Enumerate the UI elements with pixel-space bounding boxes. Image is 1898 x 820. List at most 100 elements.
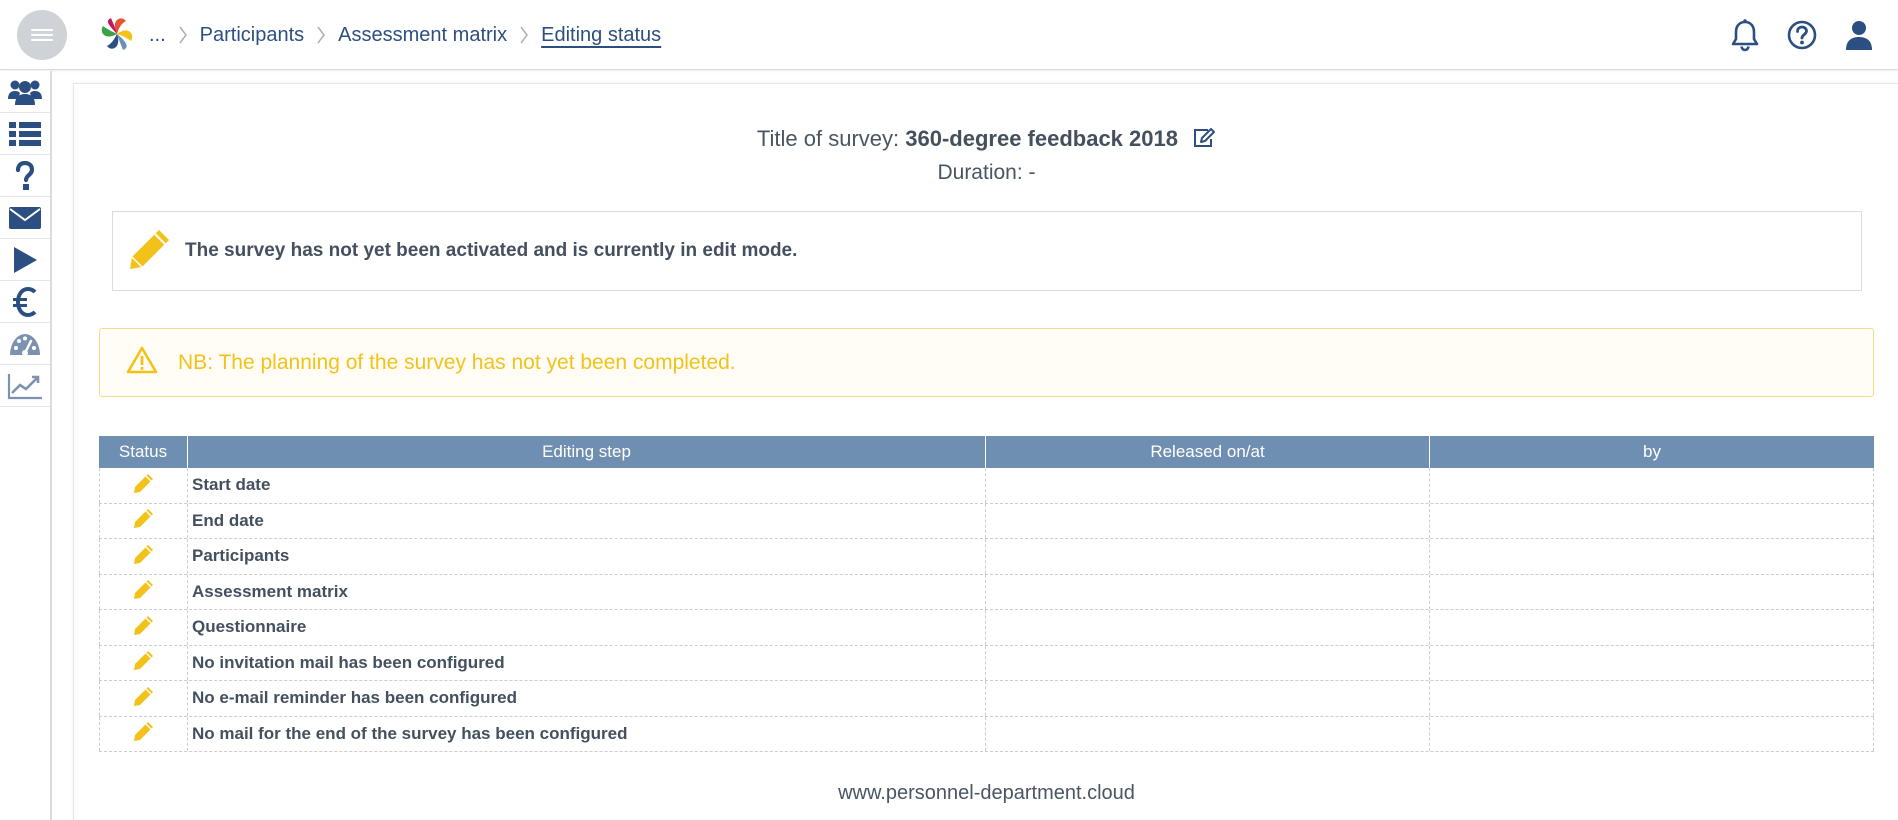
survey-duration: Duration: -: [74, 161, 1898, 185]
column-header-released[interactable]: Released on/at: [986, 436, 1430, 468]
breadcrumb-editing-status[interactable]: Editing status: [541, 24, 661, 47]
pencil-icon[interactable]: [133, 543, 155, 570]
hamburger-menu-button[interactable]: [17, 10, 67, 60]
editing-step-cell[interactable]: No invitation mail has been configured: [188, 645, 986, 680]
warning-message: : The planning of the survey has not yet…: [207, 350, 736, 374]
column-header-status[interactable]: Status: [99, 436, 188, 468]
menu-icon: [31, 29, 53, 31]
released-cell: [986, 681, 1430, 716]
by-cell: [1430, 468, 1874, 503]
editing-step-cell[interactable]: Assessment matrix: [188, 574, 986, 609]
survey-title-label: Title of survey:: [756, 126, 900, 151]
status-cell: [99, 503, 188, 538]
by-cell: [1430, 610, 1874, 645]
pencil-icon[interactable]: [133, 649, 155, 676]
status-cell: [99, 645, 188, 680]
top-header: ... Participants Assessment matrix Editi…: [0, 0, 1898, 70]
breadcrumb-assessment-matrix[interactable]: Assessment matrix: [338, 24, 507, 47]
table-row: End date: [99, 503, 1874, 539]
sidebar-item-costs[interactable]: [0, 281, 50, 323]
user-icon[interactable]: [1841, 17, 1877, 53]
editing-step-cell[interactable]: No mail for the end of the survey has be…: [188, 716, 986, 751]
by-cell: [1430, 645, 1874, 680]
table-row: Start date: [99, 468, 1874, 504]
pencil-icon[interactable]: [133, 685, 155, 712]
table-body: Start date End date Participants Assessment…: [99, 468, 1874, 752]
by-cell: [1430, 716, 1874, 751]
pencil-icon: [127, 227, 173, 276]
duration-label: Duration:: [937, 161, 1023, 184]
chevron-right-icon: [507, 0, 541, 70]
chevron-right-icon: [166, 0, 200, 70]
by-cell: [1430, 574, 1874, 609]
pencil-icon[interactable]: [133, 614, 155, 641]
sidebar-item-participants[interactable]: [0, 71, 50, 113]
planning-warning-text: NB: The planning of the survey has not y…: [178, 351, 736, 375]
status-cell: [99, 681, 188, 716]
edit-mode-notice-text: The survey has not yet been activated an…: [185, 240, 798, 261]
editing-step-cell[interactable]: Participants: [188, 539, 986, 574]
pencil-icon[interactable]: [133, 720, 155, 747]
table-row: No e-mail reminder has been configured: [99, 681, 1874, 717]
sidebar: [0, 71, 52, 820]
question-icon: [15, 160, 35, 190]
status-cell: [99, 574, 188, 609]
warning-triangle-icon: [126, 346, 158, 379]
chevron-right-icon: [304, 0, 338, 70]
status-cell: [99, 539, 188, 574]
main-content: Title of survey: 360-degree feedback 201…: [73, 83, 1898, 820]
survey-title-line: Title of survey: 360-degree feedback 201…: [74, 126, 1898, 155]
table-row: No invitation mail has been configured: [99, 645, 1874, 681]
pencil-icon[interactable]: [133, 507, 155, 534]
editing-step-cell[interactable]: No e-mail reminder has been configured: [188, 681, 986, 716]
play-icon: [14, 246, 37, 273]
table-row: Assessment matrix: [99, 574, 1874, 610]
released-cell: [986, 468, 1430, 503]
sidebar-item-dashboard[interactable]: [0, 323, 50, 365]
bell-icon[interactable]: [1727, 17, 1763, 53]
breadcrumb: ... Participants Assessment matrix Editi…: [149, 0, 661, 70]
sidebar-item-mail[interactable]: [0, 197, 50, 239]
sidebar-item-questions[interactable]: [0, 155, 50, 197]
column-header-by[interactable]: by: [1430, 436, 1874, 468]
editing-step-cell[interactable]: Start date: [188, 468, 986, 503]
table-row: Participants: [99, 539, 1874, 575]
breadcrumb-participants[interactable]: Participants: [200, 24, 305, 47]
duration-value: -: [1028, 161, 1036, 184]
planning-warning: NB: The planning of the survey has not y…: [99, 328, 1874, 397]
status-cell: [99, 716, 188, 751]
sidebar-item-start[interactable]: [0, 239, 50, 281]
status-cell: [99, 468, 188, 503]
released-cell: [986, 503, 1430, 538]
list-icon: [9, 121, 41, 146]
table-header: Status Editing step Released on/at by: [99, 436, 1874, 468]
footer-url: www.personnel-department.cloud: [838, 782, 1135, 804]
help-circle-icon[interactable]: [1784, 17, 1820, 53]
editing-status-table: Status Editing step Released on/at by St…: [99, 436, 1874, 752]
sidebar-item-reports[interactable]: [0, 365, 50, 407]
by-cell: [1430, 503, 1874, 538]
pencil-icon[interactable]: [133, 578, 155, 605]
users-group-icon: [8, 80, 42, 105]
table-row: No mail for the end of the survey has be…: [99, 716, 1874, 752]
edit-title-icon[interactable]: [1192, 127, 1216, 155]
editing-step-cell[interactable]: Questionnaire: [188, 610, 986, 645]
breadcrumb-ellipsis[interactable]: ...: [149, 24, 166, 47]
released-cell: [986, 645, 1430, 680]
edit-mode-notice: The survey has not yet been activated an…: [112, 211, 1862, 291]
app-logo[interactable]: [96, 13, 138, 55]
warning-prefix: NB: [178, 350, 208, 374]
by-cell: [1430, 681, 1874, 716]
released-cell: [986, 610, 1430, 645]
pencil-icon[interactable]: [133, 472, 155, 499]
line-chart-icon: [7, 373, 42, 399]
editing-step-cell[interactable]: End date: [188, 503, 986, 538]
column-header-editing-step[interactable]: Editing step: [188, 436, 986, 468]
table-row: Questionnaire: [99, 610, 1874, 646]
by-cell: [1430, 539, 1874, 574]
sidebar-item-list[interactable]: [0, 113, 50, 155]
header-actions: [1727, 0, 1898, 70]
released-cell: [986, 539, 1430, 574]
released-cell: [986, 574, 1430, 609]
envelope-icon: [9, 206, 41, 229]
